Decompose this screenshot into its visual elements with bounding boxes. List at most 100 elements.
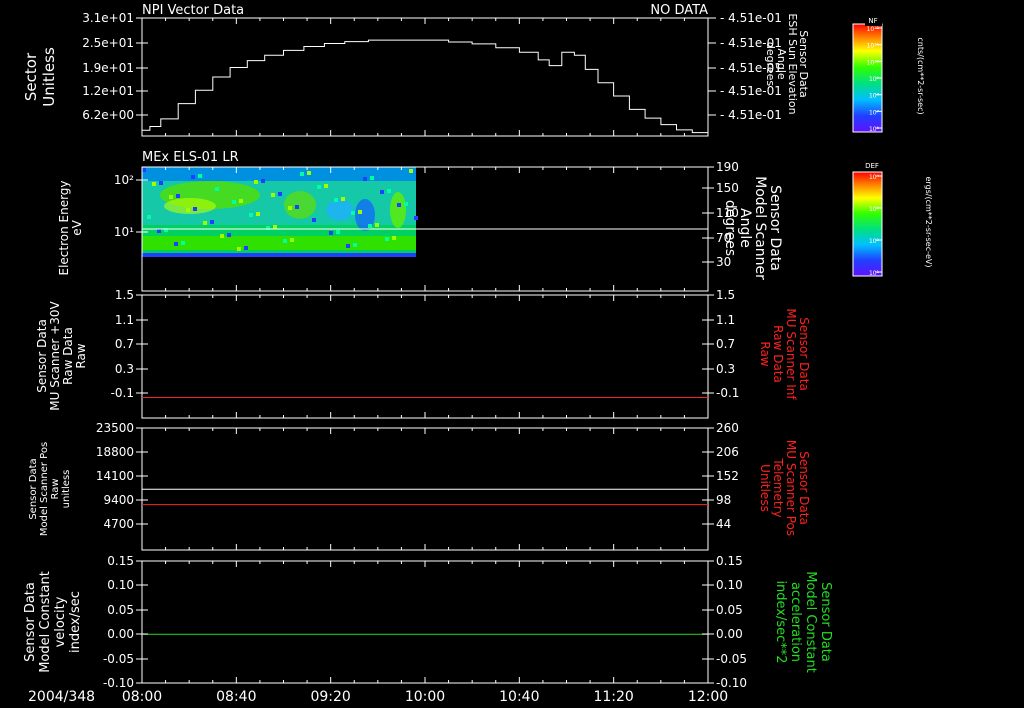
spectrogram-dot: [361, 258, 364, 261]
spectrogram-dot: [387, 264, 390, 267]
spectrogram-speck: [317, 185, 321, 189]
spectrogram-dot: [327, 258, 330, 261]
spectrogram-dot: [336, 257, 339, 260]
spectrogram-dot: [407, 258, 410, 261]
spectrogram-dot: [371, 262, 374, 265]
spectrogram-speck: [174, 242, 178, 246]
spectrogram-dot: [256, 257, 259, 260]
colorbar-nf: NF 10¹² 10¹¹ 10¹⁰ 10⁹ 10⁸ 10⁷ 10⁶ cnts/(cm**2-…: [852, 16, 925, 133]
panel3-ylabel-right: Sensor DataMU Scanner InfRaw DataRaw: [758, 308, 811, 400]
spectrogram-dot: [203, 268, 206, 271]
colorbar-nf-unit: cnts/(cm**2-sr-sec): [916, 37, 925, 114]
panel4-left-tick-label: 9400: [103, 493, 134, 507]
spectrogram-speck: [404, 202, 408, 206]
spectrogram-dot: [247, 258, 250, 261]
panel3-ylabel: Sensor DataMU Scanner +30VRaw DataRaw: [35, 301, 88, 411]
spectrogram-dot: [297, 260, 300, 263]
spectrogram-speck: [385, 237, 389, 241]
spectrogram-dot: [193, 264, 196, 267]
spectrogram-speck: [210, 220, 214, 224]
spectrogram-speck: [273, 225, 277, 229]
spectrogram-dot: [413, 270, 416, 273]
spectrogram-dot: [211, 262, 214, 265]
spectrogram-speck: [351, 211, 355, 215]
panel3-right-tick-label: 0.7: [716, 337, 735, 351]
panel3-right-tick-label: 1.5: [716, 288, 735, 302]
spectrogram-dot: [148, 269, 151, 272]
spectrogram-dot: [202, 263, 205, 266]
time-tick-label: 11:20: [593, 689, 633, 705]
colorbar-nf-tick-label: 10⁸: [869, 93, 880, 100]
spectrogram-dot: [324, 257, 327, 260]
spectrogram-speck: [397, 203, 401, 207]
spectrogram-dot: [405, 262, 408, 265]
panel1-ylabel-right: Sensor DataESH Sun ElevationAngledegrees: [764, 13, 810, 114]
spectrogram-speck: [358, 210, 362, 214]
spectrogram-speck: [334, 198, 338, 202]
spectrogram-dot: [156, 263, 159, 266]
spectrogram-dot: [159, 264, 162, 267]
panel4-right-tick-label: 152: [716, 469, 739, 483]
spectrogram-dot: [359, 262, 362, 265]
panel5-right-tick-label: 0.00: [716, 627, 743, 641]
spectrogram-dot: [150, 265, 153, 268]
spectrogram-dot: [326, 267, 329, 270]
spectrogram-dot: [352, 259, 355, 262]
panel2-right-tick-label: 150: [716, 181, 739, 195]
panel4-right-tick-label: 98: [716, 493, 731, 507]
spectrogram-dot: [264, 265, 267, 268]
panel3-left-tick-label: -0.1: [111, 386, 134, 400]
spectrogram-speck: [278, 192, 282, 196]
spectrogram-dot: [315, 258, 318, 261]
spectrogram-dot: [398, 259, 401, 262]
spectrogram-dot: [298, 265, 301, 268]
spectrogram-speck: [244, 246, 248, 250]
spectrogram-dot: [360, 267, 363, 270]
panel5-frame: [141, 560, 709, 684]
panel5-left-tick-label: -0.05: [103, 652, 134, 666]
panel5-left-tick-label: 0.10: [107, 578, 134, 592]
spectrogram-dot: [200, 267, 203, 270]
spectrogram-dot: [386, 259, 389, 262]
spectrogram-dot: [158, 259, 161, 262]
spectrogram-speck: [186, 208, 190, 212]
panel3-right-tick-label: -0.1: [716, 386, 739, 400]
spectrogram-dot: [345, 270, 348, 273]
spectrogram-speck: [336, 230, 340, 234]
spectrogram-speck: [409, 169, 413, 173]
spectrogram-dot: [236, 263, 239, 266]
spectrogram-speck: [341, 197, 345, 201]
panel2-right-tick-label: 30: [716, 255, 731, 269]
spectrogram-dot: [244, 257, 247, 260]
spectrogram-dot: [185, 270, 188, 273]
panel4-ylabel-right: Sensor DataMU Scanner PosTelemetryUnitle…: [758, 440, 811, 536]
panel4-left-tick-label: 18800: [96, 445, 134, 459]
spectrogram-speck: [198, 174, 202, 178]
panel1-left-tick-label: 3.1e+01: [82, 11, 134, 25]
panel2-ylabel: Electron EnergyeV: [57, 180, 84, 275]
spectrogram-speck: [307, 171, 311, 175]
spectrogram-dot: [157, 268, 160, 271]
spectrogram-speck: [283, 239, 287, 243]
date-label: 2004/348: [28, 689, 95, 705]
time-tick-label: 10:40: [499, 689, 539, 705]
spectrogram-dot: [228, 269, 231, 272]
spectrogram-speck: [368, 224, 372, 228]
panel3-left-tick-label: 0.7: [115, 337, 134, 351]
spectrogram-dot: [290, 257, 293, 260]
spectrogram-speck: [370, 176, 374, 180]
spectrogram-dot: [306, 259, 309, 262]
colorbar-nf-tick-label: 10⁷: [869, 109, 880, 116]
spectrogram-speck: [181, 241, 185, 245]
panel1-status: NO DATA: [650, 3, 708, 18]
panel4-ylabel: Sensor DataModel Scanner PosRawunitless: [28, 442, 72, 536]
colorbar-def-gradient: [852, 171, 883, 277]
spectrogram-speck: [193, 207, 197, 211]
spectrogram-dot: [301, 266, 304, 269]
time-tick-label: 08:00: [122, 689, 162, 705]
spectrogram-dot: [230, 265, 233, 268]
panel5-right-tick-label: 0.05: [716, 603, 743, 617]
spectrogram-dot: [166, 267, 169, 270]
spectrogram-speck: [239, 199, 243, 203]
spectrogram-dot: [395, 258, 398, 261]
